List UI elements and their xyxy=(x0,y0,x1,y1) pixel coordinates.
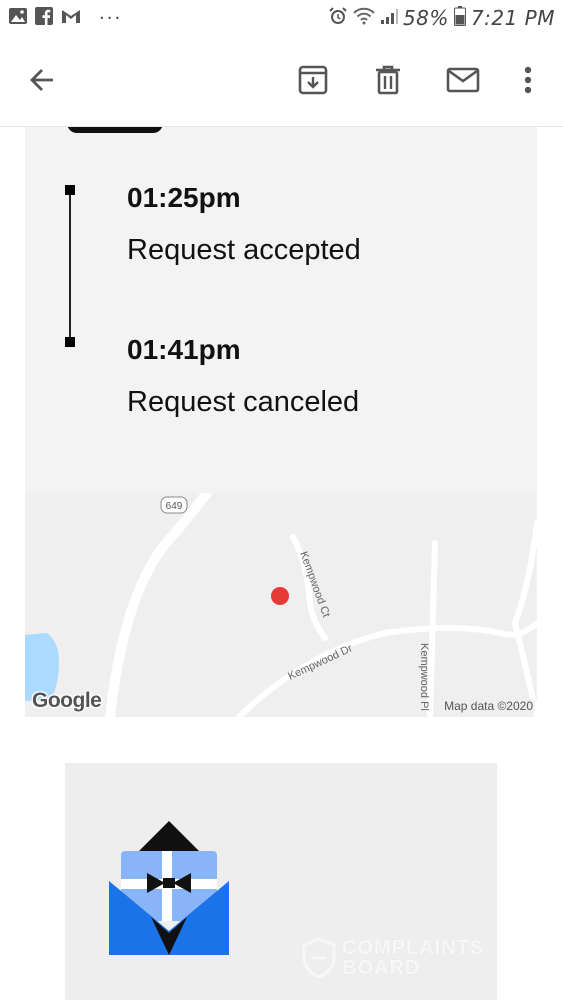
timeline-dot xyxy=(65,185,75,195)
mark-unread-icon xyxy=(446,67,480,98)
status-time: 7:21 PM xyxy=(470,6,555,30)
street-label: Kempwood Dr xyxy=(286,642,355,682)
alarm-icon xyxy=(328,6,348,31)
street-label: Kempwood Pl xyxy=(418,643,430,711)
notification-overflow: ··· xyxy=(99,7,123,29)
back-button[interactable] xyxy=(20,60,64,104)
watermark-line: BOARD xyxy=(342,957,421,979)
timeline-dot xyxy=(65,337,75,347)
gmail-m-icon xyxy=(60,7,82,30)
facebook-icon xyxy=(35,6,53,30)
event-description: Request canceled xyxy=(127,386,360,418)
event-time: 01:41pm xyxy=(127,334,241,365)
trip-panel: 01:25pm Request accepted 01:41pm Request… xyxy=(25,127,537,717)
google-logo: Google xyxy=(32,689,102,712)
event-time: 01:25pm xyxy=(127,182,241,213)
map-roads: 649 Kempwood Ct Kempwood Dr Kempwood Pl xyxy=(25,493,537,717)
more-vert-icon xyxy=(524,66,532,99)
status-left-icons: ··· xyxy=(8,6,123,30)
more-options-button[interactable] xyxy=(506,60,550,104)
signal-icon xyxy=(380,7,398,30)
delete-button[interactable] xyxy=(366,60,410,104)
status-bar: ··· 58% 7:21 PM xyxy=(0,0,563,38)
route-shield-label: 649 xyxy=(166,501,183,512)
gallery-icon xyxy=(8,7,28,30)
complaints-board-watermark: COMPLAINTS BOARD xyxy=(302,933,497,983)
location-marker[interactable] xyxy=(271,587,289,605)
trip-map[interactable]: 649 Kempwood Ct Kempwood Dr Kempwood Pl … xyxy=(25,493,537,717)
button-remnant xyxy=(67,127,163,133)
shield-icon xyxy=(302,938,336,978)
battery-percent: 58% xyxy=(402,6,449,30)
back-arrow-icon xyxy=(28,66,56,99)
event-description: Request accepted xyxy=(127,234,361,266)
envelope-logo-icon xyxy=(109,821,229,955)
status-right-icons: 58% 7:21 PM xyxy=(328,5,555,31)
mark-unread-button[interactable] xyxy=(441,60,485,104)
battery-icon xyxy=(453,5,466,31)
delete-icon xyxy=(375,65,401,100)
map-attribution: Map data ©2020 xyxy=(442,699,535,713)
envelope-logo xyxy=(107,821,231,961)
email-body: 01:25pm Request accepted 01:41pm Request… xyxy=(0,127,563,1000)
wifi-icon xyxy=(353,7,375,30)
footer-logo-card: COMPLAINTS BOARD xyxy=(65,763,497,1000)
archive-button[interactable] xyxy=(291,60,335,104)
watermark-line: COMPLAINTS xyxy=(342,937,485,959)
street-label: Kempwood Ct xyxy=(297,550,332,619)
timeline-line xyxy=(69,189,71,341)
route-shield: 649 xyxy=(160,496,188,514)
archive-icon xyxy=(298,65,328,100)
email-toolbar xyxy=(0,38,563,127)
